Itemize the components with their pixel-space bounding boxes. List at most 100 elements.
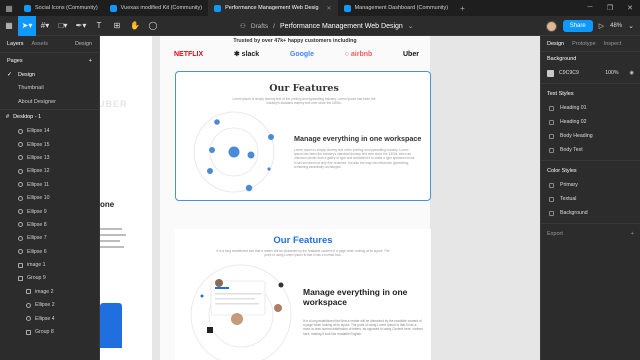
- hand-tool-icon[interactable]: ✋: [126, 16, 144, 36]
- style-item[interactable]: Heading 01: [541, 101, 640, 115]
- layer-item[interactable]: image 1: [0, 258, 99, 271]
- style-item[interactable]: Body Text: [541, 143, 640, 157]
- manage-heading: Manage everything in one workspace: [294, 134, 422, 143]
- comment-tool-icon[interactable]: ◯: [144, 16, 162, 36]
- export-section[interactable]: Export +: [541, 227, 640, 241]
- shape-tool-icon[interactable]: □▾: [54, 16, 72, 36]
- layer-item[interactable]: Group 8: [0, 325, 99, 338]
- style-item[interactable]: Background: [541, 206, 640, 220]
- layer-item[interactable]: Ellipse 7: [0, 232, 99, 245]
- frame-tool-icon[interactable]: #▾: [36, 16, 54, 36]
- style-label: Heading 01: [560, 105, 587, 111]
- avatar[interactable]: [545, 20, 557, 32]
- layer-item[interactable]: Ellipse 6: [0, 245, 99, 258]
- ellipse-dot[interactable]: [268, 134, 274, 140]
- close-tab-icon[interactable]: ✕: [327, 5, 332, 12]
- google-logo: Google: [289, 50, 315, 58]
- add-page-icon[interactable]: +: [89, 58, 92, 64]
- ellipse-dot[interactable]: [214, 119, 220, 125]
- ellipse-dot[interactable]: [267, 167, 271, 171]
- move-tool-icon[interactable]: ➤▾: [18, 15, 36, 36]
- page-dropdown[interactable]: Design: [75, 41, 92, 47]
- pages-list: ✓ Design Thumbnail About Designer: [0, 68, 99, 109]
- layer-label: Ellipse 13: [27, 154, 50, 161]
- browser-tab-2[interactable]: Performance Management Web Desig ✕: [208, 0, 338, 16]
- page-item[interactable]: About Designer: [0, 95, 99, 109]
- pen-tool-icon[interactable]: ✒▾: [72, 16, 90, 36]
- close-window-icon[interactable]: ✕: [620, 4, 640, 12]
- eye-icon[interactable]: ◉: [629, 70, 634, 76]
- tab-prototype[interactable]: Prototype: [572, 41, 596, 47]
- text-tool-icon[interactable]: T: [90, 16, 108, 36]
- style-item[interactable]: Textual: [541, 192, 640, 206]
- main-menu-icon[interactable]: ▦: [0, 15, 18, 36]
- layer-item[interactable]: Ellipse 14: [0, 125, 99, 138]
- layer-item[interactable]: Ellipse 9: [0, 205, 99, 218]
- background-fill-row[interactable]: C9C9C9 100% ◉: [541, 66, 640, 80]
- layer-item[interactable]: Ellipse 12: [0, 165, 99, 178]
- layer-item[interactable]: Ellipse 13: [0, 151, 99, 164]
- blue-block: [100, 303, 122, 348]
- page-item[interactable]: Thumbnail: [0, 82, 99, 96]
- present-play-icon[interactable]: ▷: [599, 22, 604, 30]
- page-item[interactable]: ✓ Design: [0, 68, 99, 82]
- file-name[interactable]: Performance Management Web Design: [280, 23, 403, 30]
- style-item[interactable]: Primary: [541, 178, 640, 192]
- style-item[interactable]: Heading 02: [541, 115, 640, 129]
- style-label: Heading 02: [560, 119, 587, 125]
- tab-assets[interactable]: Assets: [32, 41, 49, 47]
- layer-item[interactable]: Group 9: [0, 272, 99, 285]
- share-button[interactable]: Share: [562, 20, 593, 32]
- layer-item[interactable]: Ellipse 2: [0, 299, 99, 312]
- left-frame-partial[interactable]: UBER one: [100, 36, 152, 360]
- background-opacity[interactable]: 100%: [605, 70, 618, 76]
- main-toolbar: ▦ ➤▾ #▾ □▾ ✒▾ T ⊞ ✋ ◯ ⚇ Drafts / Perform…: [0, 15, 640, 36]
- browser-tab-0[interactable]: Social Icons (Community): [18, 0, 104, 16]
- ellipse-dot[interactable]: [209, 147, 215, 153]
- page-label: Thumbnail: [18, 85, 44, 92]
- ellipse-icon: [18, 142, 23, 148]
- layer-item[interactable]: Ellipse 4: [0, 312, 99, 325]
- ellipse-dot[interactable]: [245, 184, 253, 192]
- uber-logo: Uber: [403, 50, 419, 58]
- breadcrumb-folder[interactable]: Drafts: [251, 23, 268, 30]
- resources-icon[interactable]: ⊞: [108, 16, 126, 36]
- style-label: Body Text: [560, 147, 583, 153]
- color-swatch[interactable]: [547, 69, 554, 77]
- frame-icon: #: [6, 114, 10, 120]
- background-hex[interactable]: C9C9C9: [559, 70, 579, 76]
- layer-label: Ellipse 15: [27, 141, 50, 148]
- ellipse-dot[interactable]: [207, 168, 213, 174]
- main-frame[interactable]: Trusted by over 47k+ happy customers inc…: [160, 36, 431, 360]
- frame-layer[interactable]: # Desktop - 1: [0, 108, 99, 125]
- canvas[interactable]: UBER one Trusted by over 47k+ happy cust…: [100, 36, 540, 360]
- color-style-icon: [549, 182, 554, 188]
- chevron-down-icon[interactable]: ⌄: [628, 22, 634, 30]
- layer-label: Ellipse 7: [27, 235, 47, 242]
- layer-item[interactable]: Ellipse 10: [0, 191, 99, 204]
- style-item[interactable]: Body Heading: [541, 129, 640, 143]
- features-section-2[interactable]: Our Features It is a long established fa…: [175, 229, 431, 360]
- layer-item[interactable]: Ellipse 11: [0, 178, 99, 191]
- page-label: Design: [18, 71, 36, 78]
- layer-item[interactable]: image 2: [0, 285, 99, 298]
- layer-item[interactable]: Ellipse 8: [0, 218, 99, 231]
- tab-inspect[interactable]: Inspect: [604, 41, 622, 47]
- new-tab-icon[interactable]: +: [454, 4, 471, 13]
- left-panel-tabs: Layers Assets Design: [0, 36, 99, 52]
- ellipse-center[interactable]: [228, 146, 240, 158]
- tab-design[interactable]: Design: [547, 41, 564, 47]
- app-menu-icon[interactable]: ▦: [0, 0, 18, 16]
- features-card-selected[interactable]: Our Features Lorem ipsum is simply dummy…: [175, 71, 431, 201]
- layer-item[interactable]: Ellipse 15: [0, 138, 99, 151]
- chevron-down-icon[interactable]: ⌄: [408, 22, 413, 30]
- ellipse-dot[interactable]: [247, 151, 255, 159]
- ellipse-icon: [26, 316, 31, 322]
- tab-layers[interactable]: Layers: [7, 41, 24, 47]
- zoom-level[interactable]: 48%: [610, 23, 622, 29]
- minimize-icon[interactable]: ─: [580, 4, 600, 12]
- add-export-icon[interactable]: +: [631, 231, 634, 237]
- browser-tab-3[interactable]: Management Dashboard (Community): [338, 0, 455, 16]
- browser-tab-1[interactable]: Vuexas modified Kit (Community): [104, 0, 208, 16]
- maximize-icon[interactable]: ❐: [600, 4, 620, 12]
